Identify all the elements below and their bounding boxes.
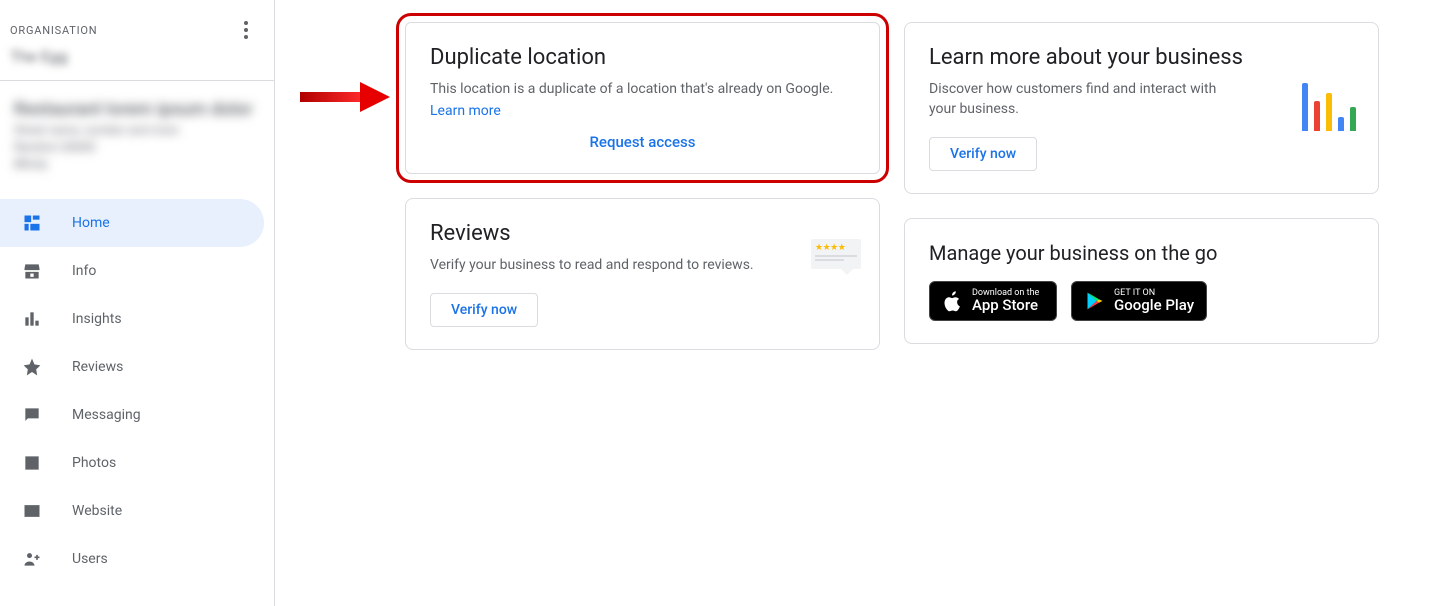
request-access-link[interactable]: Request access <box>430 133 855 151</box>
organisation-name[interactable]: The Egg <box>10 46 264 66</box>
star-icon <box>20 355 44 379</box>
card-description: This location is a duplicate of a locati… <box>430 80 855 100</box>
location-block[interactable]: Restaurant lorem ipsum dolor Street name… <box>0 81 274 193</box>
card-description: Discover how customers find and interact… <box>929 80 1239 119</box>
sidebar-item-users[interactable]: Users <box>0 535 264 583</box>
card-description: Verify your business to read and respond… <box>430 256 855 276</box>
sidebar-item-insights[interactable]: Insights <box>0 295 264 343</box>
sidebar-item-home[interactable]: Home <box>0 199 264 247</box>
nav: Home Info Insights Reviews <box>0 193 274 583</box>
manage-card: Manage your business on the go Download … <box>904 218 1379 344</box>
more-options-button[interactable] <box>234 18 258 42</box>
location-line: Street name, number and more <box>14 122 260 139</box>
location-line: Random 00000 <box>14 139 260 156</box>
dashboard-icon <box>20 211 44 235</box>
sidebar-item-label: Insights <box>72 311 122 327</box>
apple-icon <box>942 290 964 312</box>
sidebar-item-info[interactable]: Info <box>0 247 264 295</box>
store-big-text: Google Play <box>1114 298 1194 313</box>
card-title: Manage your business on the go <box>929 241 1354 265</box>
google-play-icon <box>1084 290 1106 312</box>
sidebar-item-label: Info <box>72 263 96 279</box>
sidebar-item-messaging[interactable]: Messaging <box>0 391 264 439</box>
sidebar-item-reviews[interactable]: Reviews <box>0 343 264 391</box>
card-title: Learn more about your business <box>929 45 1354 70</box>
store-big-text: App Store <box>972 298 1039 313</box>
duplicate-location-card: Duplicate location This location is a du… <box>405 22 880 174</box>
app-store-button[interactable]: Download on the App Store <box>929 281 1057 321</box>
location-line: BRcity <box>14 156 260 173</box>
storefront-icon <box>20 259 44 283</box>
reviews-graphic-icon: ★★★★ <box>811 239 861 281</box>
location-title: Restaurant lorem ipsum dolor <box>14 97 260 122</box>
sidebar-item-label: Reviews <box>72 359 123 375</box>
website-icon <box>20 499 44 523</box>
photo-icon <box>20 451 44 475</box>
sidebar-item-website[interactable]: Website <box>0 487 264 535</box>
card-title: Reviews <box>430 221 855 246</box>
bar-chart-icon <box>1302 81 1356 131</box>
learn-more-link[interactable]: Learn more <box>430 103 501 119</box>
message-icon <box>20 403 44 427</box>
annotation-arrow-icon <box>300 80 390 114</box>
organisation-label: ORGANISATION <box>10 24 97 37</box>
sidebar-item-label: Website <box>72 503 122 519</box>
card-title: Duplicate location <box>430 45 855 70</box>
sidebar-item-label: Messaging <box>72 407 141 423</box>
verify-now-button[interactable]: Verify now <box>430 293 538 327</box>
sidebar-item-photos[interactable]: Photos <box>0 439 264 487</box>
sidebar-item-label: Users <box>72 551 108 567</box>
sidebar-item-label: Home <box>72 215 110 231</box>
sidebar: ORGANISATION The Egg Restaurant lorem ip… <box>0 0 275 606</box>
verify-now-button[interactable]: Verify now <box>929 137 1037 171</box>
reviews-card: Reviews Verify your business to read and… <box>405 198 880 351</box>
sidebar-item-label: Photos <box>72 455 116 471</box>
google-play-button[interactable]: GET IT ON Google Play <box>1071 281 1207 321</box>
users-icon <box>20 547 44 571</box>
learn-more-card: Learn more about your business Discover … <box>904 22 1379 194</box>
main-content: Duplicate location This location is a du… <box>275 0 1433 606</box>
bar-chart-icon <box>20 307 44 331</box>
